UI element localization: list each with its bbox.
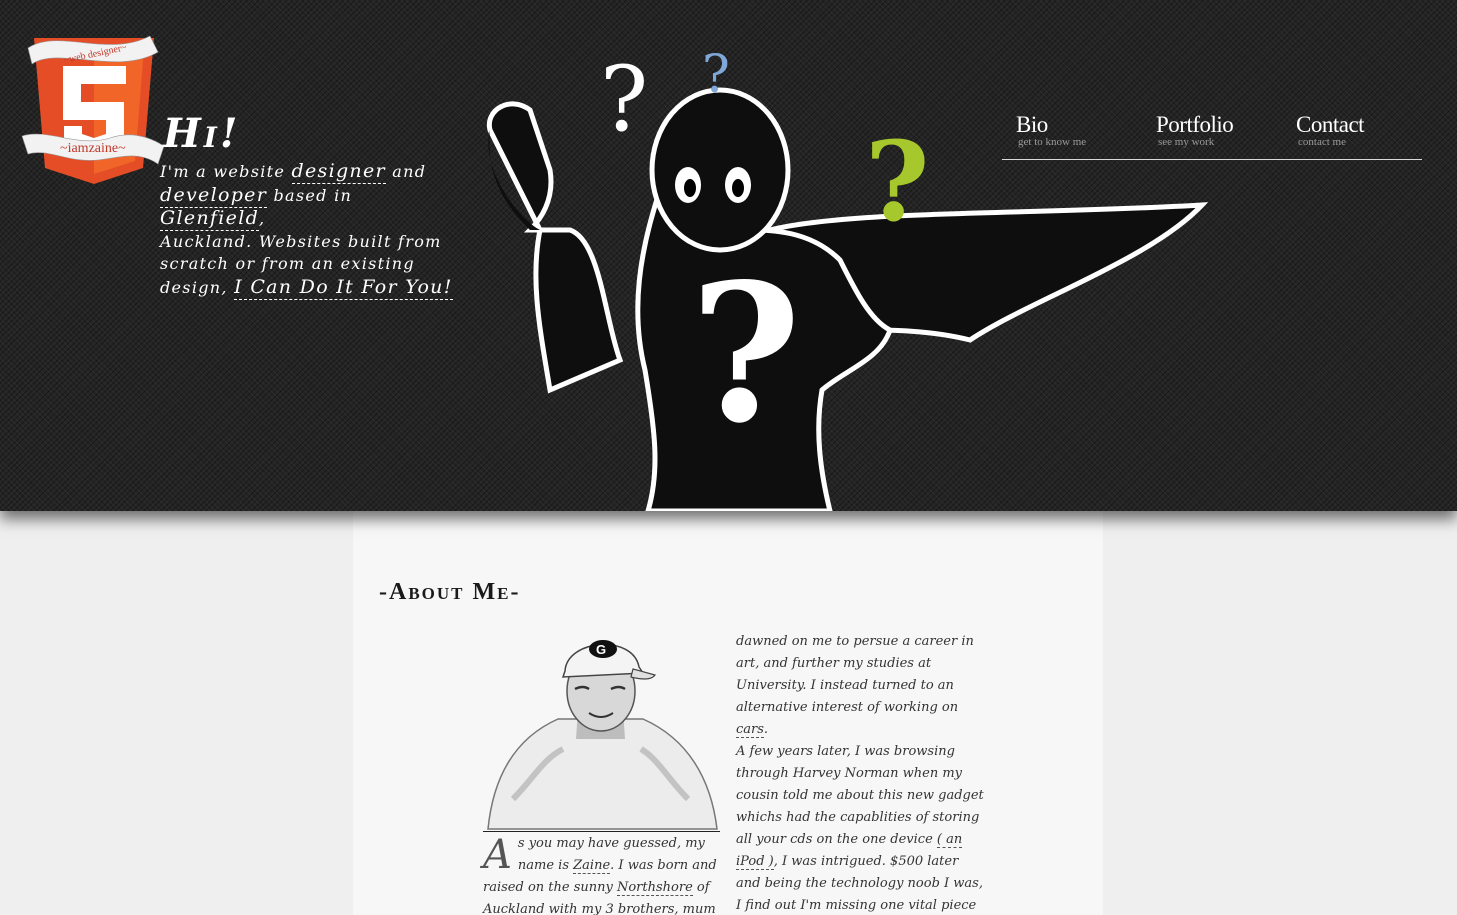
- question-mark-green: ?: [865, 117, 929, 246]
- left-pupil: [684, 179, 696, 197]
- portrait-cap-brim: [630, 668, 656, 680]
- hero-text-4: ,: [259, 209, 266, 228]
- hero-title: Hi!: [163, 110, 241, 157]
- mystery-hero-illustration: ? ? ? ?: [486, 45, 1209, 511]
- nav-bio-sub: get to know me: [1018, 136, 1087, 148]
- main-nav: Bio get to know me Portfolio see my work…: [1002, 113, 1422, 160]
- question-mark-chest: ?: [690, 242, 801, 465]
- nav-item-portfolio[interactable]: Portfolio see my work: [1156, 113, 1234, 148]
- cars-link[interactable]: cars: [736, 722, 764, 738]
- nav-contact-label[interactable]: Contact: [1296, 113, 1365, 137]
- profile-portrait: G: [487, 640, 718, 830]
- html5-shield-logo[interactable]: ~web designer~ ~iamzaine~: [18, 18, 170, 193]
- nav-item-contact[interactable]: Contact contact me: [1296, 113, 1365, 148]
- right-text-1: dawned on me to persue a career in art, …: [736, 634, 974, 715]
- hero-text-3: based in: [267, 185, 353, 205]
- glenfield-link[interactable]: Glenfield: [160, 207, 260, 231]
- logo-bottom-text: ~iamzaine~: [60, 141, 126, 156]
- cta-link[interactable]: I Can Do It For You!: [234, 275, 453, 300]
- hero-text-7: design,: [160, 277, 235, 297]
- right-text-2: .: [763, 722, 769, 737]
- northshore-link[interactable]: Northshore: [616, 880, 693, 896]
- hero-text-2: and: [385, 162, 427, 181]
- hero-text-1: I'm a website: [160, 162, 292, 181]
- head: [649, 87, 791, 253]
- nav-portfolio-sub: see my work: [1158, 136, 1215, 148]
- question-mark-white: ?: [600, 47, 648, 152]
- nav-bio-label[interactable]: Bio: [1016, 113, 1086, 137]
- hero-text-6: scratch or from an existing: [160, 254, 415, 273]
- hero-intro: I'm a website designer and developer bas…: [160, 160, 460, 300]
- cap-g-letter: G: [596, 642, 606, 657]
- about-text-left: As you may have guessed, my name is Zain…: [483, 833, 720, 915]
- question-mark-blue: ?: [702, 45, 730, 105]
- portrait-divider: [483, 831, 720, 832]
- nav-contact-sub: contact me: [1298, 136, 1346, 148]
- dropcap: A: [483, 832, 512, 878]
- about-text-right: dawned on me to persue a career in art, …: [736, 631, 986, 915]
- right-text-4: , I was intrigued. $500 later and being …: [736, 854, 983, 913]
- designer-link[interactable]: designer: [291, 160, 386, 184]
- header-banner: ~web designer~ ~iamzaine~ Hi! I'm a webs…: [0, 0, 1457, 511]
- nav-portfolio-label[interactable]: Portfolio: [1156, 113, 1234, 137]
- hero-text-5: Auckland. Websites built from: [160, 231, 442, 251]
- about-heading: -About Me-: [379, 579, 521, 605]
- zaine-link[interactable]: Zaine: [573, 858, 611, 874]
- about-section: -About Me- G As you may have guessed, my…: [353, 511, 1103, 915]
- nav-item-bio[interactable]: Bio get to know me: [1016, 113, 1087, 148]
- developer-link[interactable]: developer: [160, 183, 268, 208]
- right-pupil: [732, 179, 744, 197]
